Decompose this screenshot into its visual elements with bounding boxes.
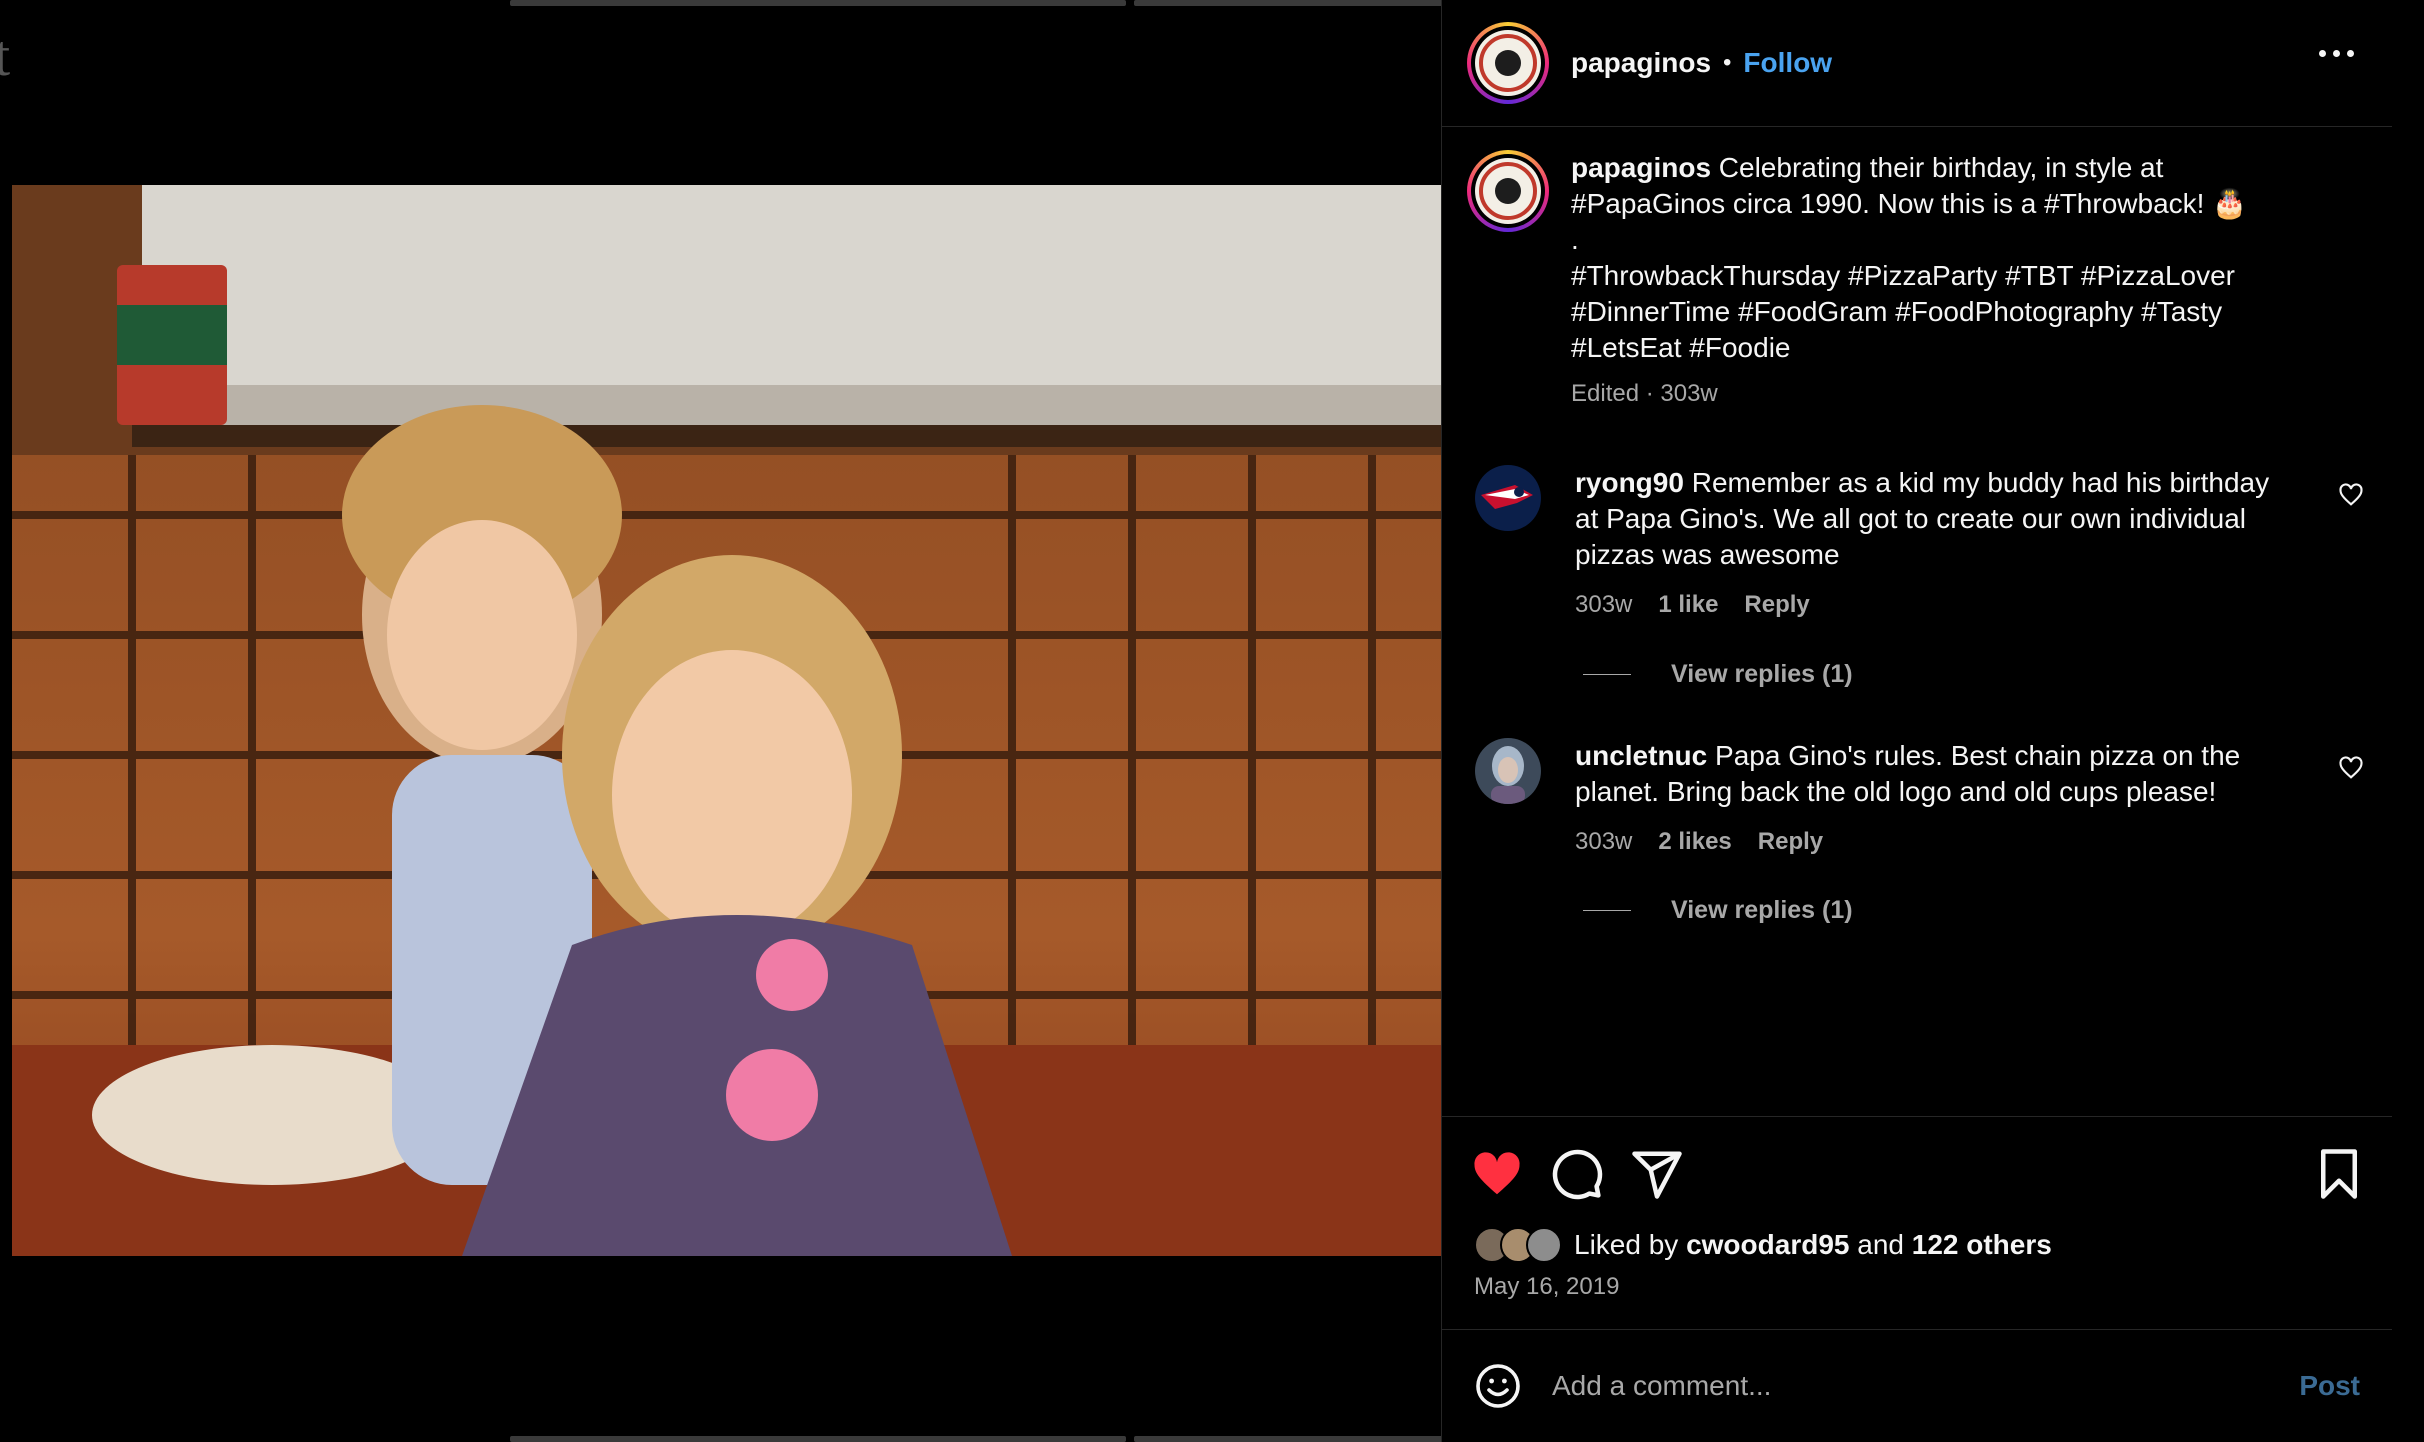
reply-button[interactable]: Reply xyxy=(1744,587,1809,623)
comment-age: 303w xyxy=(1575,828,1633,855)
caption-author-avatar[interactable] xyxy=(1467,150,1549,232)
view-replies-label: View replies (1) xyxy=(1671,660,1853,688)
comment-like-heart-icon[interactable] xyxy=(2337,754,2365,782)
more-options-icon[interactable] xyxy=(2319,50,2354,57)
caption-line: . xyxy=(1571,224,1579,255)
liked-by-prefix: Liked by xyxy=(1574,1229,1679,1260)
view-replies-line xyxy=(1583,674,1631,675)
commenter-avatar[interactable] xyxy=(1475,465,1541,531)
liked-by-user[interactable]: cwoodard95 xyxy=(1686,1229,1849,1260)
follow-button[interactable]: Follow xyxy=(1743,47,1832,79)
caption-hashtags[interactable]: #LetsEat #Foodie xyxy=(1571,330,2331,366)
comment-like-heart-icon[interactable] xyxy=(2337,481,2365,509)
add-comment-bar: Post xyxy=(1442,1329,2392,1442)
view-replies-button[interactable]: View replies (1) xyxy=(1583,660,1853,689)
commenter-username[interactable]: uncletnuc xyxy=(1575,740,1707,771)
post-sidebar: papaginos • Follow papaginos Celebrating… xyxy=(1441,0,2392,1442)
post-image[interactable] xyxy=(12,185,1441,1256)
comment-like-count[interactable]: 1 like xyxy=(1658,587,1718,623)
liker-avatar xyxy=(1526,1227,1562,1263)
author-avatar[interactable] xyxy=(1467,22,1549,104)
liked-by-text: Liked by cwoodard95 and 122 others xyxy=(1574,1229,2052,1261)
papaginos-logo xyxy=(1475,30,1541,96)
post-actions: Liked by cwoodard95 and 122 others May 1… xyxy=(1442,1116,2392,1336)
separator-dot: • xyxy=(1723,49,1732,76)
liked-by-row: Liked by cwoodard95 and 122 others xyxy=(1474,1227,2052,1263)
liked-by-and: and xyxy=(1857,1229,1904,1260)
background-glyph: t xyxy=(0,23,11,88)
emoji-smiley-icon[interactable] xyxy=(1474,1362,1522,1410)
post-image-illustration xyxy=(12,185,1441,1256)
caption: papaginos Celebrating their birthday, in… xyxy=(1467,150,2347,412)
heart-filled-icon[interactable] xyxy=(1470,1147,1524,1201)
commenter-username[interactable]: ryong90 xyxy=(1575,467,1684,498)
comment-like-count[interactable]: 2 likes xyxy=(1658,824,1731,860)
comment-age: 303w xyxy=(1575,591,1633,618)
background-thumbnail-strip xyxy=(510,0,1126,6)
bookmark-icon[interactable] xyxy=(2312,1147,2366,1201)
comment-item: uncletnuc Papa Gino's rules. Best chain … xyxy=(1467,738,2367,860)
post-date[interactable]: May 16, 2019 xyxy=(1474,1273,1619,1301)
patriots-logo-icon xyxy=(1481,485,1533,509)
liked-by-others[interactable]: 122 others xyxy=(1912,1229,2052,1260)
caption-line: #PapaGinos circa 1990. Now this is a #Th… xyxy=(1571,188,2248,219)
papaginos-logo xyxy=(1475,158,1541,224)
reply-button[interactable]: Reply xyxy=(1758,824,1823,860)
paper-plane-icon[interactable] xyxy=(1630,1147,1684,1201)
portrait-icon xyxy=(1491,746,1525,804)
caption-line: Celebrating their birthday, in style at xyxy=(1718,152,2164,183)
comment-item: ryong90 Remember as a kid my buddy had h… xyxy=(1467,465,2367,623)
comment-bubble-icon[interactable] xyxy=(1550,1147,1604,1201)
post-comment-button[interactable]: Post xyxy=(2299,1370,2360,1402)
caption-hashtags[interactable]: #ThrowbackThursday #PizzaParty #TBT #Piz… xyxy=(1571,258,2331,294)
comment-input[interactable] xyxy=(1552,1370,2252,1402)
caption-meta: Edited · 303w xyxy=(1571,380,1718,407)
view-replies-line xyxy=(1583,910,1631,911)
caption-text: papaginos Celebrating their birthday, in… xyxy=(1571,150,2331,412)
caption-hashtags[interactable]: #DinnerTime #FoodGram #FoodPhotography #… xyxy=(1571,294,2331,330)
author-username[interactable]: papaginos xyxy=(1571,47,1711,79)
background-thumbnail-strip xyxy=(510,1436,1126,1442)
commenter-avatar[interactable] xyxy=(1475,738,1541,804)
view-replies-button[interactable]: View replies (1) xyxy=(1583,896,1853,925)
caption-username[interactable]: papaginos xyxy=(1571,152,1711,183)
post-header: papaginos • Follow xyxy=(1442,0,2392,127)
view-replies-label: View replies (1) xyxy=(1671,896,1853,924)
